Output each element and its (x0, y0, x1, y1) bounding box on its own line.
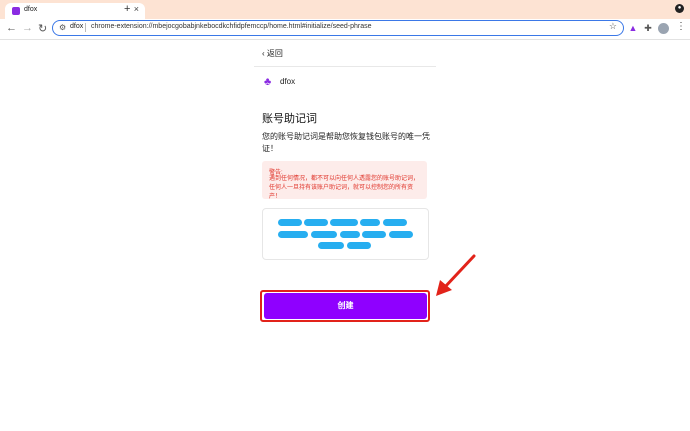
back-arrow-icon[interactable]: ← (6, 22, 17, 34)
header-divider (254, 66, 436, 67)
reload-icon[interactable]: ↻ (38, 22, 47, 35)
page-title: 账号助记词 (262, 113, 317, 125)
seed-word-blurred (318, 242, 344, 249)
dfox-extension-icon[interactable]: ▲ (628, 23, 638, 33)
bookmark-star-icon[interactable]: ☆ (609, 21, 617, 32)
url-text[interactable]: chrome-extension://mbejocgobabjnkebocdkc… (91, 23, 372, 30)
puzzle-extensions-icon[interactable]: ✚ (643, 23, 653, 33)
seed-word-blurred (278, 219, 302, 226)
seed-word-blurred (330, 219, 358, 226)
seed-word-blurred (304, 219, 328, 226)
annotation-arrow-icon (436, 254, 476, 296)
warning-box: 警告: 遇到任何情况，都不可以向任何人透露您的账号助记词，任何人一旦持有该账户助… (262, 161, 427, 200)
forward-arrow-icon[interactable]: → (22, 22, 33, 34)
back-link[interactable]: ‹ 返回 (262, 48, 283, 59)
create-button[interactable]: 创建 (264, 293, 427, 319)
browser-tabbar: dfox × + ● (0, 0, 690, 19)
back-label: 返回 (266, 49, 283, 58)
seed-word-blurred (362, 231, 386, 238)
seed-word-blurred (389, 231, 413, 238)
dfox-logo-icon: ♣ (264, 76, 272, 88)
dfox-favicon-icon (12, 7, 20, 15)
address-bar[interactable]: ⚙ dfox chrome-extension://mbejocgobabjnk… (52, 20, 624, 36)
tab-close-icon[interactable]: × (134, 4, 139, 14)
tab-title: dfox (24, 6, 38, 13)
menu-dots-icon[interactable]: ⋮ (676, 21, 686, 32)
browser-toolbar: ← → ↻ ⚙ dfox chrome-extension://mbejocgo… (0, 19, 690, 40)
seed-phrase-box (262, 208, 429, 260)
seed-word-blurred (347, 242, 371, 249)
page-description: 您的账号助记词是帮助您恢复钱包账号的唯一凭证！ (262, 132, 430, 153)
warning-text: 遇到任何情况，都不可以向任何人透露您的账号助记词，任何人一旦持有该账户助记词，就… (269, 176, 420, 200)
seed-word-blurred (311, 231, 337, 238)
seed-word-blurred (360, 219, 380, 226)
extension-icon: ⚙ (59, 23, 67, 32)
window-control-icon[interactable]: ● (675, 4, 684, 13)
seed-word-blurred (340, 231, 360, 238)
seed-phrase-panel: ‹ 返回 ♣ dfox 账号助记词 您的账号助记词是帮助您恢复钱包账号的唯一凭证… (254, 40, 436, 431)
omnibox-separator (85, 23, 86, 32)
seed-word-blurred (278, 231, 308, 238)
new-tab-button[interactable]: + (124, 3, 130, 15)
brand-name: dfox (280, 77, 296, 86)
profile-avatar[interactable] (658, 23, 669, 34)
omnibox-extension-name: dfox (70, 23, 84, 30)
seed-word-blurred (383, 219, 407, 226)
